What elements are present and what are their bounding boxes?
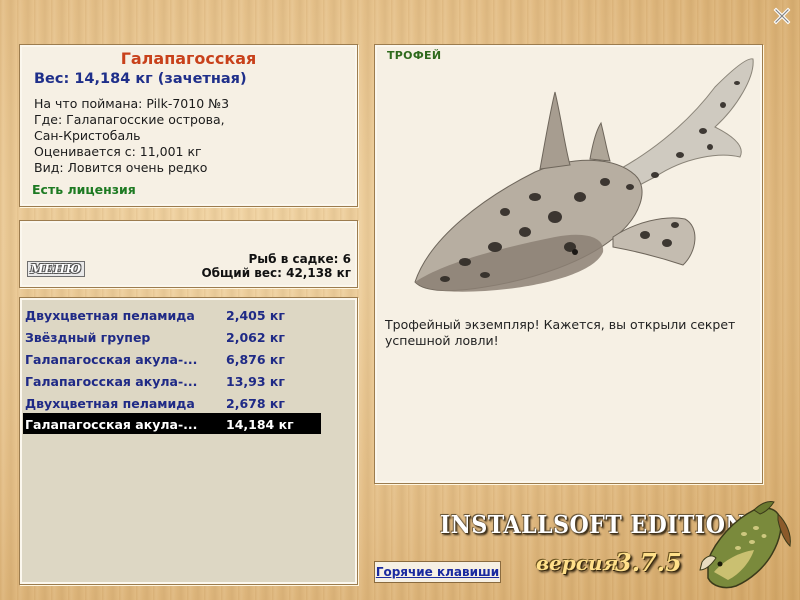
trophy-description: Трофейный экземпляр! Кажется, вы открыли… [385,317,736,348]
catch-row[interactable]: Двухцветная пеламида 2,678 кг [23,392,321,413]
bait-info: На что поймана: Pilk-7010 №3 [34,96,230,111]
catch-name: Звёздный групер [25,330,151,345]
menu-button[interactable]: МЕНЮ [27,261,85,277]
catch-weight: 2,678 кг [226,396,285,411]
location-info-detail: Сан-Кристобаль [34,128,141,143]
close-icon [773,7,791,25]
shark-image [414,58,754,292]
fish-count: Рыб в садке: 6 [248,252,352,266]
keepnet-summary-panel: МЕНЮ Рыб в садке: 6 Общий вес: 42,138 кг [19,220,358,288]
catch-name: Галапагосская акула-... [25,417,198,432]
catch-name: Двухцветная пеламида [25,396,195,411]
catch-row-selected[interactable]: Галапагосская акула-... 14,184 кг [23,413,321,434]
fish-info-panel: Галапагосская Вес: 14,184 кг (зачетная) … [19,44,358,207]
catch-name: Галапагосская акула-... [25,374,198,389]
catch-row[interactable]: Двухцветная пеламида 2,405 кг [23,304,321,325]
catch-weight: 2,062 кг [226,330,285,345]
catch-weight: 13,93 кг [226,374,285,389]
version-number: 3.7.5 [615,548,682,577]
hotkeys-label: Горячие клавиши [375,565,500,579]
fish-title: Галапагосская [120,49,257,68]
location-info: Где: Галапагосские острова, [34,112,225,127]
catch-row[interactable]: Галапагосская акула-... 6,876 кг [23,348,321,369]
menu-label: МЕНЮ [30,262,82,276]
rarity-info: Вид: Ловится очень редко [34,160,208,175]
version-label: версия [536,551,619,575]
close-button[interactable] [772,6,792,26]
hotkeys-button[interactable]: Горячие клавиши [374,561,501,583]
catch-name: Галапагосская акула-... [25,352,198,367]
pike-fish-icon [699,501,791,589]
catch-list-panel: Двухцветная пеламида 2,405 кг Звёздный г… [19,297,358,585]
catch-weight: 2,405 кг [226,308,285,323]
license-status: Есть лицензия [32,182,136,197]
catch-row[interactable]: Звёздный групер 2,062 кг [23,326,321,347]
catch-row[interactable]: Галапагосская акула-... 13,93 кг [23,370,321,391]
catch-name: Двухцветная пеламида [25,308,195,323]
catch-weight: 14,184 кг [226,417,294,432]
fish-weight: Вес: 14,184 кг (зачетная) [34,71,247,87]
trophy-panel: ТРОФЕЙ Трофейный экземпляр! Кажется, вы … [374,44,763,484]
total-weight: Общий вес: 42,138 кг [201,266,351,280]
catch-weight: 6,876 кг [226,352,285,367]
valuation-info: Оценивается с: 11,001 кг [34,144,202,159]
